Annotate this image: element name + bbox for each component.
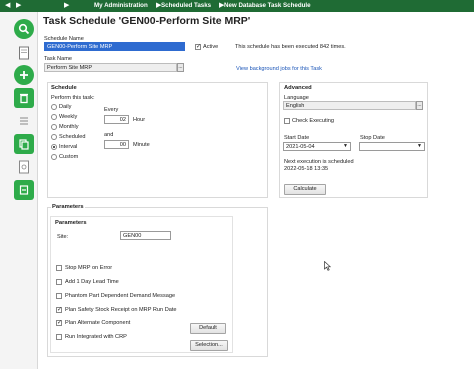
run-integrated-crp-checkbox[interactable] [56, 334, 62, 340]
stop-date-dropdown-icon[interactable]: ▼ [417, 143, 422, 149]
schedule-panel-title: Schedule [51, 85, 77, 91]
perform-task-label: Perform this task: [51, 95, 95, 101]
every-label: Every [104, 107, 119, 113]
report-icon[interactable] [14, 157, 34, 177]
breadcrumb-scheduled-tasks[interactable]: Scheduled Tasks [161, 2, 211, 9]
site-label: Site: [57, 234, 69, 240]
schedule-name-input[interactable]: GEN00-Perform Site MRP [44, 42, 185, 51]
breadcrumb-my-administration[interactable]: My Administration [94, 2, 148, 9]
plan-safety-stock-label: Plan Safety Stock Receipt on MRP Run Dat… [65, 307, 177, 313]
next-execution-label: Next execution is scheduled [284, 159, 354, 165]
stop-mrp-on-error-checkbox[interactable] [56, 265, 62, 271]
add-lead-time-checkbox[interactable] [56, 279, 62, 285]
language-field: English [283, 101, 416, 110]
language-browse-button[interactable]: ... [416, 101, 423, 110]
phantom-part-label: Phantom Part Dependent Demand Message [65, 293, 176, 299]
sidebar [0, 12, 38, 369]
breadcrumb: ◀ ▶ ▶ My Administration ▶ Scheduled Task… [0, 0, 474, 12]
start-date-input[interactable]: 2021-05-04 [283, 142, 351, 151]
stop-date-input[interactable] [359, 142, 425, 151]
plan-alternate-component-label: Plan Alternate Component [65, 320, 131, 326]
hour-input[interactable]: 02 [104, 115, 129, 124]
phantom-part-checkbox[interactable] [56, 293, 62, 299]
radio-interval[interactable] [51, 144, 57, 150]
radio-daily-label: Daily [59, 104, 72, 110]
export-icon[interactable] [14, 180, 34, 200]
active-label: Active [203, 44, 219, 50]
parameters-inner-title: Parameters [55, 220, 87, 226]
search-icon[interactable] [14, 19, 34, 39]
plan-safety-stock-checkbox[interactable] [56, 306, 62, 313]
start-date-label: Start Date [284, 135, 310, 141]
stop-mrp-on-error-label: Stop MRP on Error [65, 265, 113, 271]
radio-weekly-label: Weekly [59, 114, 78, 120]
run-integrated-crp-label: Run Integrated with CRP [65, 334, 127, 340]
check-executing-checkbox[interactable] [284, 118, 290, 124]
task-name-browse-button[interactable]: ... [177, 63, 184, 72]
delete-icon[interactable] [14, 88, 34, 108]
list-icon[interactable] [14, 111, 34, 131]
radio-scheduled-label: Scheduled [59, 134, 86, 140]
radio-daily[interactable] [51, 104, 57, 110]
next-execution-value: 2022-05-18 13:35 [284, 166, 329, 172]
task-name-field: Perform Site MRP [44, 63, 177, 72]
back-arrow-icon[interactable]: ◀ [5, 1, 10, 9]
radio-custom-label: Custom [59, 154, 79, 160]
add-lead-time-label: Add 1 Day Lead Time [65, 279, 119, 285]
radio-custom[interactable] [51, 154, 57, 160]
radio-scheduled[interactable] [51, 134, 57, 140]
minute-input[interactable]: 00 [104, 140, 129, 149]
advanced-panel-title: Advanced [284, 85, 312, 91]
radio-interval-label: Interval [59, 144, 78, 150]
forward-arrow-icon[interactable]: ▶ [16, 1, 21, 9]
hour-label: Hour [133, 117, 146, 123]
copy-icon[interactable] [14, 134, 34, 154]
next-arrow-icon: ▶ [64, 2, 70, 9]
site-input[interactable]: GEN00 [120, 231, 171, 240]
mouse-cursor-icon [324, 261, 331, 271]
add-icon[interactable] [14, 65, 34, 85]
parameters-outer-title: Parameters [51, 204, 85, 210]
stop-date-label: Stop Date [360, 135, 385, 141]
breadcrumb-new-database-task-schedule[interactable]: New Database Task Schedule [224, 2, 311, 9]
radio-monthly[interactable] [51, 124, 57, 130]
minute-label: Minute [133, 142, 150, 148]
radio-weekly[interactable] [51, 114, 57, 120]
start-date-dropdown-icon[interactable]: ▼ [343, 143, 348, 149]
execution-count-text: This schedule has been executed 842 time… [235, 44, 346, 50]
and-label: and [104, 132, 114, 138]
document-icon[interactable] [14, 43, 34, 63]
plan-alternate-component-checkbox[interactable] [56, 319, 62, 326]
task-name-label: Task Name [44, 56, 72, 62]
check-executing-label: Check Executing [292, 118, 334, 124]
active-checkbox[interactable] [195, 43, 201, 50]
default-button[interactable]: Default [190, 323, 226, 334]
page-title: Task Schedule 'GEN00-Perform Site MRP' [43, 15, 251, 27]
selection-button[interactable]: Selection... [190, 340, 228, 351]
radio-monthly-label: Monthly [59, 124, 79, 130]
view-background-jobs-link[interactable]: View background jobs for this Task [236, 66, 322, 72]
calculate-button[interactable]: Calculate [284, 184, 326, 195]
